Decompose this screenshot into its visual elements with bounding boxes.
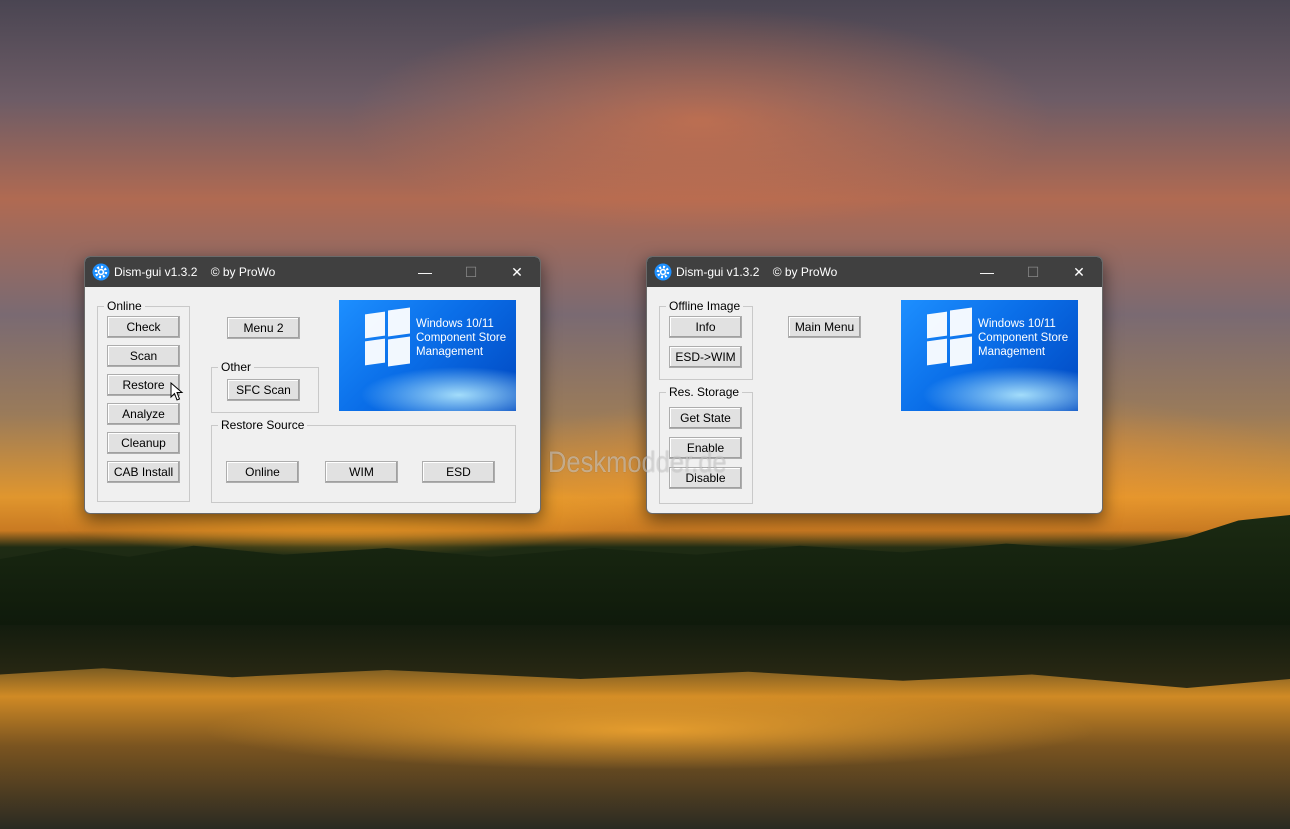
offline-image-group-label: Offline Image [666,299,744,313]
dism-gui-window-main: Dism-gui v1.3.2 © by ProWo — ☐ ✕ Online … [84,256,541,514]
gear-icon [654,263,672,281]
banner-line-3: Management [978,346,1046,358]
other-group-label: Other [218,360,255,374]
banner-line-1: Windows 10/11 [978,318,1056,330]
gear-icon [92,263,110,281]
water-glow [200,690,1100,770]
window-title: Dism-gui v1.3.2 © by ProWo [676,265,838,279]
component-store-banner: Windows 10/11 Component Store Management [339,300,516,411]
banner-line-3: Management [416,346,484,358]
minimize-button[interactable]: — [402,257,448,287]
reserved-storage-group-label: Res. Storage [666,385,743,399]
maximize-button[interactable]: ☐ [1010,257,1056,287]
close-button[interactable]: ✕ [1056,257,1102,287]
source-esd-button[interactable]: ESD [422,461,495,483]
window-title: Dism-gui v1.3.2 © by ProWo [114,265,276,279]
check-button[interactable]: Check [107,316,180,338]
maximize-button[interactable]: ☐ [448,257,494,287]
main-menu-button[interactable]: Main Menu [788,316,861,338]
banner-line-2: Component Store [978,332,1069,344]
scan-button[interactable]: Scan [107,345,180,367]
banner-line-1: Windows 10/11 [416,318,494,330]
cleanup-button[interactable]: Cleanup [107,432,180,454]
sfc-scan-button[interactable]: SFC Scan [227,379,300,401]
mouse-cursor-icon [170,382,184,401]
analyze-button[interactable]: Analyze [107,403,180,425]
info-button[interactable]: Info [669,316,742,338]
source-online-button[interactable]: Online [226,461,299,483]
get-state-button[interactable]: Get State [669,407,742,429]
watermark-text: Deskmodder.de [548,446,727,479]
close-button[interactable]: ✕ [494,257,540,287]
title-bar[interactable]: Dism-gui v1.3.2 © by ProWo — ☐ ✕ [647,257,1102,287]
forest-silhouette [0,515,1290,625]
windows-logo-icon [927,307,972,367]
restore-source-group-label: Restore Source [218,418,308,432]
source-wim-button[interactable]: WIM [325,461,398,483]
online-group-label: Online [104,299,145,313]
banner-line-2: Component Store [416,332,507,344]
title-bar[interactable]: Dism-gui v1.3.2 © by ProWo — ☐ ✕ [85,257,540,287]
cab-install-button[interactable]: CAB Install [107,461,180,483]
menu-2-button[interactable]: Menu 2 [227,317,300,339]
esd-to-wim-button[interactable]: ESD->WIM [669,346,742,368]
windows-logo-icon [365,307,410,367]
component-store-banner: Windows 10/11 Component Store Management [901,300,1078,411]
minimize-button[interactable]: — [964,257,1010,287]
